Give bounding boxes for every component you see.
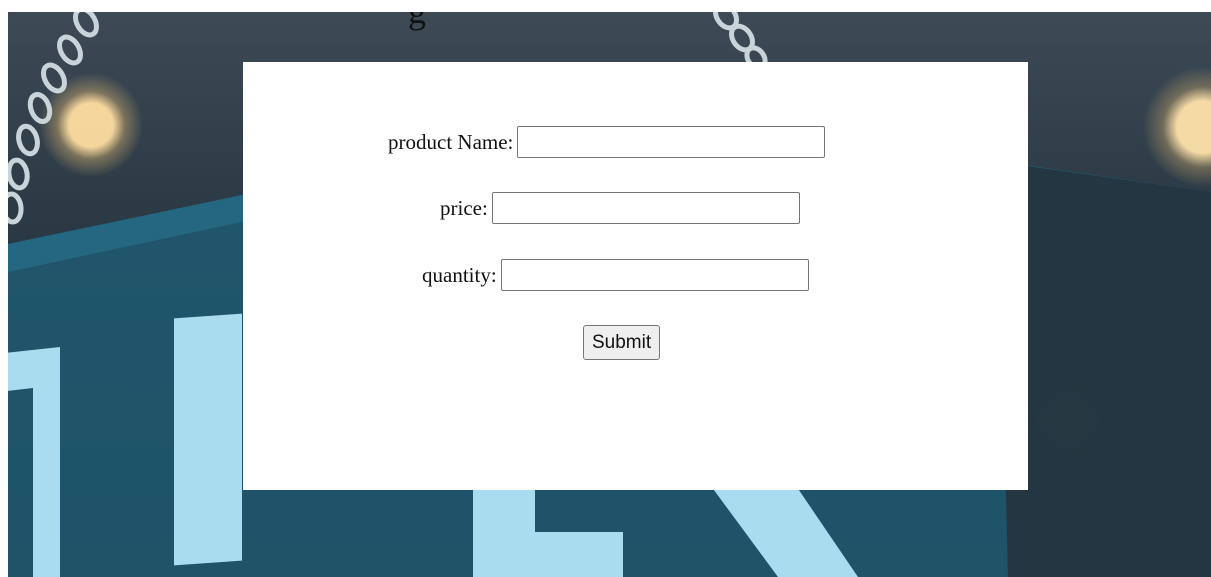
price-label: price: bbox=[440, 195, 488, 220]
product-form-panel: product Name: price: quantity: Submit bbox=[243, 62, 1028, 490]
price-row: price: bbox=[440, 192, 800, 224]
product-name-input[interactable] bbox=[517, 126, 826, 158]
sign-shadow bbox=[998, 162, 1211, 577]
product-name-label: product Name: bbox=[388, 129, 514, 154]
sign-letter-e-bar bbox=[473, 532, 623, 577]
page-viewport: g product Name: price: quantity: Submit bbox=[8, 12, 1211, 577]
price-input[interactable] bbox=[491, 192, 800, 224]
page-heading-fragment: g bbox=[408, 12, 426, 32]
quantity-label: quantity: bbox=[422, 262, 497, 287]
submit-button[interactable]: Submit bbox=[583, 325, 661, 360]
chain-left bbox=[8, 12, 99, 225]
sign-letter-p bbox=[174, 313, 242, 566]
quantity-input[interactable] bbox=[500, 259, 809, 291]
product-name-row: product Name: bbox=[388, 126, 826, 158]
quantity-row: quantity: bbox=[422, 259, 809, 291]
